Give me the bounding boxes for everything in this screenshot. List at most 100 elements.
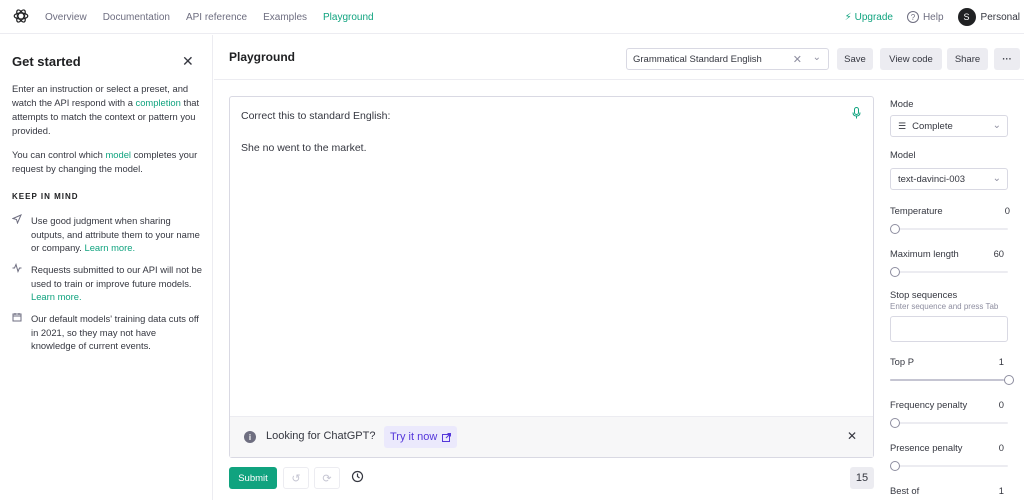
- max-length-slider[interactable]: [890, 267, 1008, 277]
- prompt-line-1: Correct this to standard English:: [241, 110, 391, 122]
- mode-label: Mode: [890, 98, 914, 109]
- tip-training-cutoff: Our default models' training data cuts o…: [12, 312, 202, 353]
- slider-track: [890, 465, 1008, 467]
- model-link[interactable]: model: [105, 149, 131, 160]
- page-title: Playground: [229, 50, 296, 64]
- calendar-icon: [12, 312, 23, 353]
- mode-complete-icon: ☰: [898, 120, 907, 131]
- tip-text: Use good judgment when sharing outputs, …: [31, 214, 202, 255]
- upgrade-label: Upgrade: [854, 11, 893, 23]
- slider-track: [890, 422, 1008, 424]
- presence-penalty-label: Presence penalty: [890, 442, 963, 453]
- learn-more-link[interactable]: Learn more.: [31, 291, 82, 302]
- prompt-editor[interactable]: Correct this to standard English: She no…: [229, 96, 874, 458]
- slider-handle[interactable]: [1004, 375, 1014, 385]
- token-count: 15: [850, 467, 874, 489]
- regenerate-icon: ⟳: [322, 472, 332, 485]
- slider-handle[interactable]: [890, 461, 900, 471]
- nav-api-reference[interactable]: API reference: [186, 12, 247, 23]
- nav-right: ⚡ Upgrade ? Help S Personal: [845, 0, 1020, 34]
- frequency-penalty-value[interactable]: 0: [999, 399, 1004, 410]
- slider-handle[interactable]: [890, 418, 900, 428]
- share-button[interactable]: Share: [947, 48, 988, 70]
- best-of-value[interactable]: 1: [999, 485, 1004, 496]
- panel-title: Get started: [12, 54, 81, 69]
- completion-link[interactable]: completion: [136, 97, 181, 108]
- frequency-penalty-label: Frequency penalty: [890, 399, 968, 410]
- slider-fill: [890, 379, 1004, 381]
- mode-select[interactable]: ☰ Complete ⌄: [890, 115, 1008, 137]
- save-button[interactable]: Save: [837, 48, 873, 70]
- top-nav: Overview Documentation API reference Exa…: [0, 0, 1024, 34]
- help-link[interactable]: ? Help: [906, 11, 944, 23]
- stop-sequences-label: Stop sequences: [890, 289, 958, 300]
- max-length-label: Maximum length: [890, 248, 959, 259]
- undo-button[interactable]: ↺: [283, 467, 309, 489]
- top-p-label: Top P: [890, 356, 914, 367]
- model-value: text-davinci-003: [898, 173, 966, 185]
- chevron-down-icon: ⌄: [812, 52, 821, 63]
- openai-logo-icon[interactable]: [12, 7, 30, 25]
- send-icon: [11, 214, 23, 255]
- info-icon: i: [244, 431, 256, 443]
- nav-playground[interactable]: Playground: [323, 12, 374, 23]
- model-select[interactable]: text-davinci-003 ⌄: [890, 168, 1008, 190]
- nav-examples[interactable]: Examples: [263, 12, 307, 23]
- question-circle-icon: ?: [906, 11, 919, 23]
- presence-penalty-slider[interactable]: [890, 461, 1008, 471]
- learn-more-link[interactable]: Learn more.: [85, 242, 136, 253]
- submit-button[interactable]: Submit: [229, 467, 277, 489]
- microphone-icon[interactable]: [852, 107, 861, 122]
- temperature-value[interactable]: 0: [1005, 205, 1010, 216]
- model-text-a: You can control which: [12, 149, 106, 160]
- external-link-icon: [442, 432, 452, 442]
- tip-data-usage: Requests submitted to our API will not b…: [12, 263, 202, 304]
- preset-value: Grammatical Standard English: [633, 53, 762, 65]
- top-p-value[interactable]: 1: [999, 356, 1004, 367]
- avatar[interactable]: S: [957, 8, 976, 26]
- tip-text: Our default models' training data cuts o…: [31, 313, 199, 351]
- regenerate-button[interactable]: ⟳: [314, 467, 340, 489]
- upgrade-link[interactable]: ⚡ Upgrade: [845, 12, 893, 23]
- nav-documentation[interactable]: Documentation: [103, 12, 170, 23]
- clear-preset-icon[interactable]: ✕: [793, 53, 802, 66]
- more-options-button[interactable]: ···: [994, 48, 1020, 70]
- view-code-button[interactable]: View code: [880, 48, 942, 70]
- try-it-label: Try it now: [390, 431, 438, 443]
- keep-in-mind-heading: KEEP IN MIND: [12, 192, 79, 201]
- get-started-panel: Get started ✕ Enter an instruction or se…: [0, 35, 213, 500]
- chevron-down-icon: ⌄: [992, 120, 1001, 131]
- activity-icon: [12, 263, 23, 304]
- prompt-line-2: She no went to the market.: [241, 142, 367, 154]
- tip-body: Requests submitted to our API will not b…: [31, 264, 202, 289]
- presence-penalty-value[interactable]: 0: [999, 442, 1004, 453]
- model-label: Model: [890, 149, 916, 160]
- slider-handle[interactable]: [890, 224, 900, 234]
- help-label: Help: [922, 11, 944, 23]
- close-icon[interactable]: ✕: [182, 53, 194, 70]
- nav-links: Overview Documentation API reference Exa…: [45, 0, 374, 34]
- temperature-slider[interactable]: [890, 224, 1008, 234]
- tip-text: Requests submitted to our API will not b…: [31, 263, 202, 304]
- banner-text: Looking for ChatGPT?: [266, 430, 376, 442]
- undo-icon: ↺: [291, 472, 301, 485]
- slider-handle[interactable]: [890, 267, 900, 277]
- playground-header: Playground Grammatical Standard English …: [214, 35, 1024, 80]
- stop-sequences-input[interactable]: [890, 316, 1008, 342]
- history-icon[interactable]: [351, 470, 364, 486]
- try-it-now-link[interactable]: Try it now: [384, 426, 458, 448]
- top-p-slider[interactable]: [890, 375, 1014, 385]
- best-of-label: Best of: [890, 485, 920, 496]
- model-paragraph: You can control which model completes yo…: [12, 148, 202, 176]
- slider-track: [890, 271, 1008, 273]
- tip-judgment: Use good judgment when sharing outputs, …: [11, 214, 202, 255]
- nav-overview[interactable]: Overview: [45, 12, 87, 23]
- dismiss-banner-icon[interactable]: ✕: [847, 429, 857, 443]
- frequency-penalty-slider[interactable]: [890, 418, 1008, 428]
- max-length-value[interactable]: 60: [994, 248, 1004, 259]
- intro-paragraph: Enter an instruction or select a preset,…: [12, 82, 202, 138]
- preset-select[interactable]: Grammatical Standard English ✕ ⌄: [626, 48, 829, 70]
- chatgpt-banner: i Looking for ChatGPT? Try it now ✕: [230, 416, 873, 457]
- account-name[interactable]: Personal: [981, 12, 1020, 23]
- chevron-down-icon: ⌄: [992, 173, 1001, 184]
